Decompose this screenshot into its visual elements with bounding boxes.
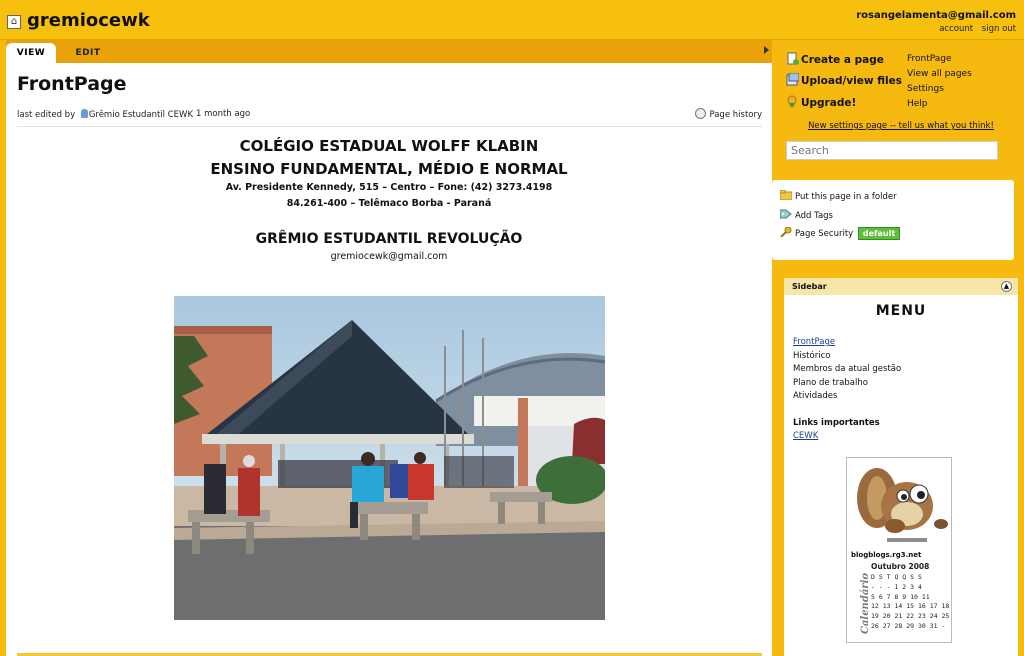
- calendar-row: 5 6 7 8 9 10 11: [871, 592, 930, 601]
- school-photo: [174, 296, 605, 620]
- school-levels: ENSINO FUNDAMENTAL, MÉDIO E NORMAL: [210, 160, 568, 178]
- account-link[interactable]: account: [939, 24, 973, 34]
- tab-bar: VIEW EDIT: [6, 40, 772, 63]
- create-page-button[interactable]: Create a page: [786, 52, 884, 66]
- page-meta: last edited by Grêmio Estudantil CEWK 1 …: [17, 108, 762, 127]
- upload-icon: [786, 72, 800, 86]
- history-icon: [695, 108, 707, 119]
- home-icon[interactable]: ⌂: [7, 15, 21, 29]
- address-line-1: Av. Presidente Kennedy, 515 – Centro – F…: [225, 182, 553, 193]
- actions-panel: Create a page Upload/view files Upgrade!…: [778, 40, 1024, 178]
- calendar-row: 12 13 14 15 16 17 18: [871, 602, 950, 611]
- nav-view-all-pages[interactable]: View all pages: [907, 67, 972, 82]
- menu-item-historico[interactable]: Histórico: [793, 350, 901, 364]
- calendar-weekdays: D S T Q Q S S: [871, 573, 922, 581]
- last-edited-user-link[interactable]: Grêmio Estudantil CEWK: [89, 110, 193, 120]
- calendar-row: - - - 1 2 3 4: [871, 582, 922, 591]
- wiki-title[interactable]: gremiocewk: [27, 10, 150, 31]
- nav-help[interactable]: Help: [907, 97, 972, 112]
- sidebar: Sidebar ▲ MENU FrontPage Histórico Membr…: [784, 278, 1018, 656]
- gremio-email: gremiocewk@gmail.com: [330, 251, 448, 262]
- calendar-widget[interactable]: blogblogs.rg3.net Outubro 2008 D S T Q Q…: [846, 457, 952, 643]
- upgrade-button[interactable]: Upgrade!: [786, 95, 856, 109]
- tab-edit[interactable]: EDIT: [68, 43, 108, 63]
- calendar-month: Outubro 2008: [871, 562, 930, 571]
- menu-item-atividades[interactable]: Atividades: [793, 390, 901, 404]
- user-icon: [80, 109, 88, 118]
- gremio-name: GRÊMIO ESTUDANTIL REVOLUÇÃO: [255, 231, 523, 247]
- page-history-label: Page history: [709, 110, 762, 120]
- links-heading: Links importantes: [793, 418, 880, 428]
- edited-time: 1 month ago: [196, 109, 251, 119]
- school-name: COLÉGIO ESTADUAL WOLFF KLABIN: [239, 137, 539, 155]
- page-security-link[interactable]: Page Security default: [780, 226, 901, 240]
- squirrel-mascot-image: [857, 468, 948, 542]
- put-in-folder-link[interactable]: Put this page in a folder: [779, 189, 897, 202]
- add-tags-link[interactable]: Add Tags: [779, 209, 833, 221]
- search-input[interactable]: [786, 141, 998, 160]
- top-bar: ⌂ gremiocewk rosangelamenta@gmail.com ac…: [0, 0, 1024, 40]
- nav-links: FrontPage View all pages Settings Help: [907, 52, 972, 112]
- link-cewk[interactable]: CEWK: [793, 431, 818, 441]
- menu-item-plano[interactable]: Plano de trabalho: [793, 377, 901, 391]
- security-badge: default: [857, 227, 901, 240]
- page-tools-panel: Put this page in a folder Add Tags Page …: [772, 180, 1014, 260]
- new-page-icon: [786, 52, 799, 65]
- page-history-link[interactable]: Page history: [695, 108, 762, 120]
- address-line-2: 84.261-400 – Telêmaco Borba - Paraná: [286, 198, 492, 209]
- tag-icon: [779, 209, 792, 219]
- upload-files-label: Upload/view files: [801, 75, 902, 87]
- nav-frontpage[interactable]: FrontPage: [907, 52, 972, 67]
- upgrade-label: Upgrade!: [801, 97, 857, 109]
- tab-view[interactable]: VIEW: [6, 43, 56, 63]
- calendar-grid: D S T Q Q S S - - - 1 2 3 4 5 6 7 8 9 10…: [871, 573, 949, 632]
- sign-out-link[interactable]: sign out: [982, 24, 1016, 34]
- page-title: FrontPage: [17, 73, 127, 95]
- upload-files-button[interactable]: Upload/view files: [786, 72, 902, 87]
- settings-feedback-link[interactable]: New settings page -- tell us what you th…: [778, 121, 1024, 131]
- put-in-folder-label: Put this page in a folder: [795, 192, 897, 202]
- ribbon-icon: [786, 95, 799, 108]
- chevron-right-icon[interactable]: [764, 46, 769, 54]
- widget-site-label: blogblogs.rg3.net: [851, 551, 922, 559]
- menu-list: FrontPage Histórico Membros da atual ges…: [793, 336, 901, 404]
- user-email: rosangelamenta@gmail.com: [856, 10, 1016, 21]
- folder-icon: [779, 189, 793, 201]
- user-links: account sign out: [933, 24, 1016, 34]
- calendar-row: 19 20 21 22 23 24 25: [871, 612, 950, 621]
- create-page-label: Create a page: [801, 54, 884, 66]
- collapse-icon[interactable]: ▲: [1001, 281, 1012, 292]
- sidebar-heading: Sidebar: [792, 282, 827, 291]
- calendar-row: 26 27 28 29 30 31 -: [871, 621, 946, 630]
- key-icon: [780, 226, 792, 238]
- add-tags-label: Add Tags: [795, 211, 833, 221]
- nav-settings[interactable]: Settings: [907, 82, 972, 97]
- menu-title: MENU: [875, 303, 927, 319]
- calendar-vertical-label: Calendário: [860, 572, 872, 635]
- menu-item-frontpage[interactable]: FrontPage: [793, 336, 901, 350]
- page-security-label: Page Security: [795, 229, 854, 239]
- last-edited-label: last edited by: [17, 110, 76, 120]
- sidebar-header: Sidebar ▲: [784, 278, 1018, 295]
- menu-item-membros[interactable]: Membros da atual gestão: [793, 363, 901, 377]
- main-content: FrontPage last edited by Grêmio Estudant…: [6, 63, 772, 656]
